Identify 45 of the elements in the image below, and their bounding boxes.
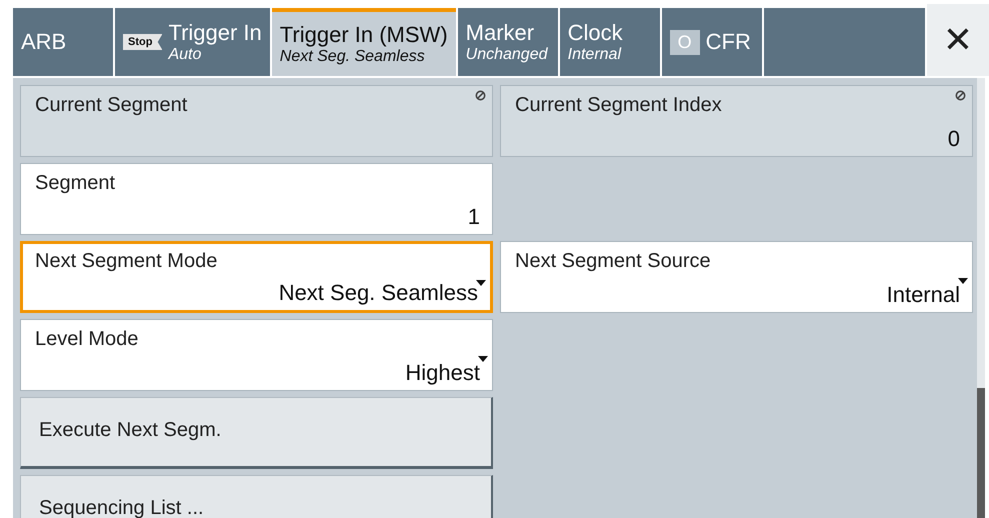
field-value: Internal [886, 282, 960, 308]
field-label: Next Segment Source [515, 250, 712, 273]
field-label: Level Mode [35, 328, 140, 351]
tab-label: CFR [706, 29, 751, 55]
toggle-indicator: O [670, 30, 700, 54]
dropdown-arrow-icon [478, 356, 488, 362]
tab[interactable]: Stop Trigger In Auto [115, 8, 270, 76]
tab[interactable]: Marker Unchanged [458, 8, 558, 76]
tab-label: Trigger In [168, 20, 262, 46]
dropdown-arrow-icon [958, 278, 968, 284]
dropdown-field[interactable]: Next Segment Mode Next Seg. Seamless [20, 241, 493, 313]
tab[interactable]: ARB [13, 8, 113, 76]
readonly-field[interactable]: Current Segment [20, 85, 493, 157]
tab-sublabel: Unchanged [466, 46, 548, 64]
read-only-icon [955, 90, 966, 101]
tab-sublabel: Auto [168, 46, 202, 64]
field-value: Highest [405, 360, 480, 386]
field-label: Current Segment [35, 94, 188, 117]
tab[interactable]: Trigger In (MSW) Next Seg. Seamless [272, 8, 456, 76]
action-button[interactable]: Sequencing List ... [20, 475, 493, 518]
field-value: 0 [948, 126, 960, 152]
action-button[interactable]: Execute Next Segm. [20, 397, 493, 469]
field-label: Next Segment Mode [35, 250, 218, 273]
dropdown-arrow-icon [476, 280, 486, 286]
tab-label: ARB [21, 29, 66, 55]
tab-label: Trigger In (MSW) [280, 22, 448, 48]
tab-label: Marker [466, 20, 536, 46]
readonly-field[interactable]: Current Segment Index 0 [500, 85, 973, 157]
tab-sublabel: Internal [568, 46, 622, 64]
field-label: Segment [35, 172, 116, 195]
scrollbar-thumb[interactable] [977, 388, 985, 518]
tab[interactable]: Clock Internal [560, 8, 660, 76]
read-only-icon [475, 90, 486, 101]
tab[interactable]: O CFR [662, 8, 762, 76]
dropdown-field[interactable]: Level Mode Highest [20, 319, 493, 391]
scrollbar[interactable] [977, 78, 985, 518]
field-label: Current Segment Index [515, 94, 723, 117]
input-field[interactable]: Segment 1 [20, 163, 493, 235]
close-button[interactable]: ✕ [927, 4, 989, 76]
tab-sublabel: Next Seg. Seamless [280, 48, 426, 66]
stop-badge: Stop [123, 34, 162, 50]
tab-label: Clock [568, 20, 623, 46]
field-value: 1 [468, 204, 480, 230]
dropdown-field[interactable]: Next Segment Source Internal [500, 241, 973, 313]
field-value: Next Seg. Seamless [278, 280, 478, 306]
